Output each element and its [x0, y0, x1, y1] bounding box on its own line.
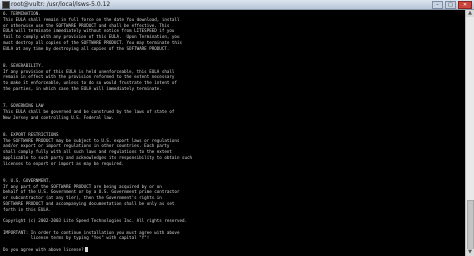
title-bar[interactable]: root@vultr: /usr/local/lsws-5.0.12 – □ ✕ — [0, 0, 474, 10]
terminal-line: Copyright (c) 2002-2003 Lite Speed Techn… — [3, 218, 187, 224]
terminal-line-text: the parties, in which case the EULA will… — [3, 85, 162, 91]
terminal-line-text: Copyright (c) 2002-2003 Lite Speed Techn… — [3, 218, 188, 223]
vertical-scrollbar[interactable]: ▲ ▼ — [465, 10, 474, 256]
terminal-line-text: and/or export or import regulations in o… — [3, 143, 170, 149]
text-cursor — [84, 247, 88, 253]
terminal-line-text: remain in effect with the provision refo… — [3, 74, 175, 80]
terminal-line-text: to make it enforceable, unless to do so … — [3, 80, 177, 85]
terminal-line-text: 9. U.S. GOVERNMENT. — [3, 177, 51, 183]
window-title: root@vultr: /usr/local/lsws-5.0.12 — [11, 1, 111, 8]
terminal-line-text: IMPORTANT: In order to continue installa… — [3, 229, 180, 235]
terminal-line-text: If any part of the SOFTWARE PRODUCT are … — [3, 183, 162, 189]
terminal-line-text: forth in this EULA. — [3, 206, 51, 212]
terminal-line-text: or otherwise use the SOFTWARE PRODUCT an… — [3, 22, 170, 28]
terminal-line: EULA at any time by destroying all copie… — [3, 46, 169, 52]
terminal-line-text: New Jersey and controlling U.S. Federal … — [3, 114, 114, 120]
terminal-line-text: Do you agree with above license? — [3, 246, 84, 252]
window-controls: – □ ✕ — [432, 1, 472, 9]
terminal-line-text: SOFTWARE PRODUCT and accompanying docume… — [3, 200, 175, 206]
terminal-output[interactable]: 6. TERMINATION. This EULA shall remain in… — [0, 10, 466, 256]
terminal-app-icon — [2, 1, 10, 9]
terminal-line-text: applicable to such party and acknowledge… — [3, 154, 193, 160]
terminal-line-text: 8. EXPORT RESTRICTIONS — [3, 131, 59, 137]
terminal-line-text: licenses to export or import as may be r… — [3, 160, 125, 166]
terminal-line-text: This EULA shall be governed and be const… — [3, 108, 175, 114]
terminal-line-text: 6. TERMINATION. — [3, 11, 41, 16]
terminal-line-text: fail to comply with any provision of thi… — [3, 34, 180, 39]
terminal-line-text: 8. SEVERABILITY. — [3, 62, 44, 68]
terminal-line-text: EULA at any time by destroying all copie… — [3, 45, 170, 51]
terminal-line: Do you agree with above license? — [3, 247, 88, 253]
terminal-line-text: If any provision of this EULA is held un… — [3, 68, 175, 74]
terminal-line: the parties, in which case the EULA will… — [3, 86, 162, 92]
scroll-down-arrow-icon[interactable]: ▼ — [466, 249, 474, 256]
minimize-button[interactable]: – — [432, 1, 443, 9]
terminal-line-text: The SOFTWARE PRODUCT may be subject to U… — [3, 137, 180, 143]
terminal-line-text: This EULA shall remain in full force on … — [3, 16, 180, 22]
terminal-window: root@vultr: /usr/local/lsws-5.0.12 – □ ✕… — [0, 0, 474, 256]
terminal-line-text: EULA will terminate immediately without … — [3, 28, 175, 34]
terminal-line-text: license terms by typing "Yes" with capit… — [3, 235, 150, 241]
terminal-line-text: shall comply fully with all such laws an… — [3, 149, 172, 154]
scroll-up-arrow-icon[interactable]: ▲ — [466, 10, 474, 17]
terminal-line-text: behalf of the U.S. Government or by a U.… — [3, 189, 180, 195]
scrollbar-thumb[interactable] — [467, 200, 474, 251]
terminal-line-text: or subcontractor (at any tier), then the… — [3, 195, 162, 200]
terminal-line-text: 7. GOVERNING LAW — [3, 103, 44, 108]
terminal-line: New Jersey and controlling U.S. Federal … — [3, 115, 114, 121]
terminal-line: licenses to export or import as may be r… — [3, 161, 124, 167]
terminal-line: forth in this EULA. — [3, 207, 51, 213]
maximize-button[interactable]: □ — [445, 1, 456, 9]
close-button[interactable]: ✕ — [458, 1, 472, 9]
terminal-line-text: must destroy all copies of the SOFTWARE … — [3, 39, 182, 45]
terminal-line: license terms by typing "Yes" with capit… — [3, 235, 150, 241]
